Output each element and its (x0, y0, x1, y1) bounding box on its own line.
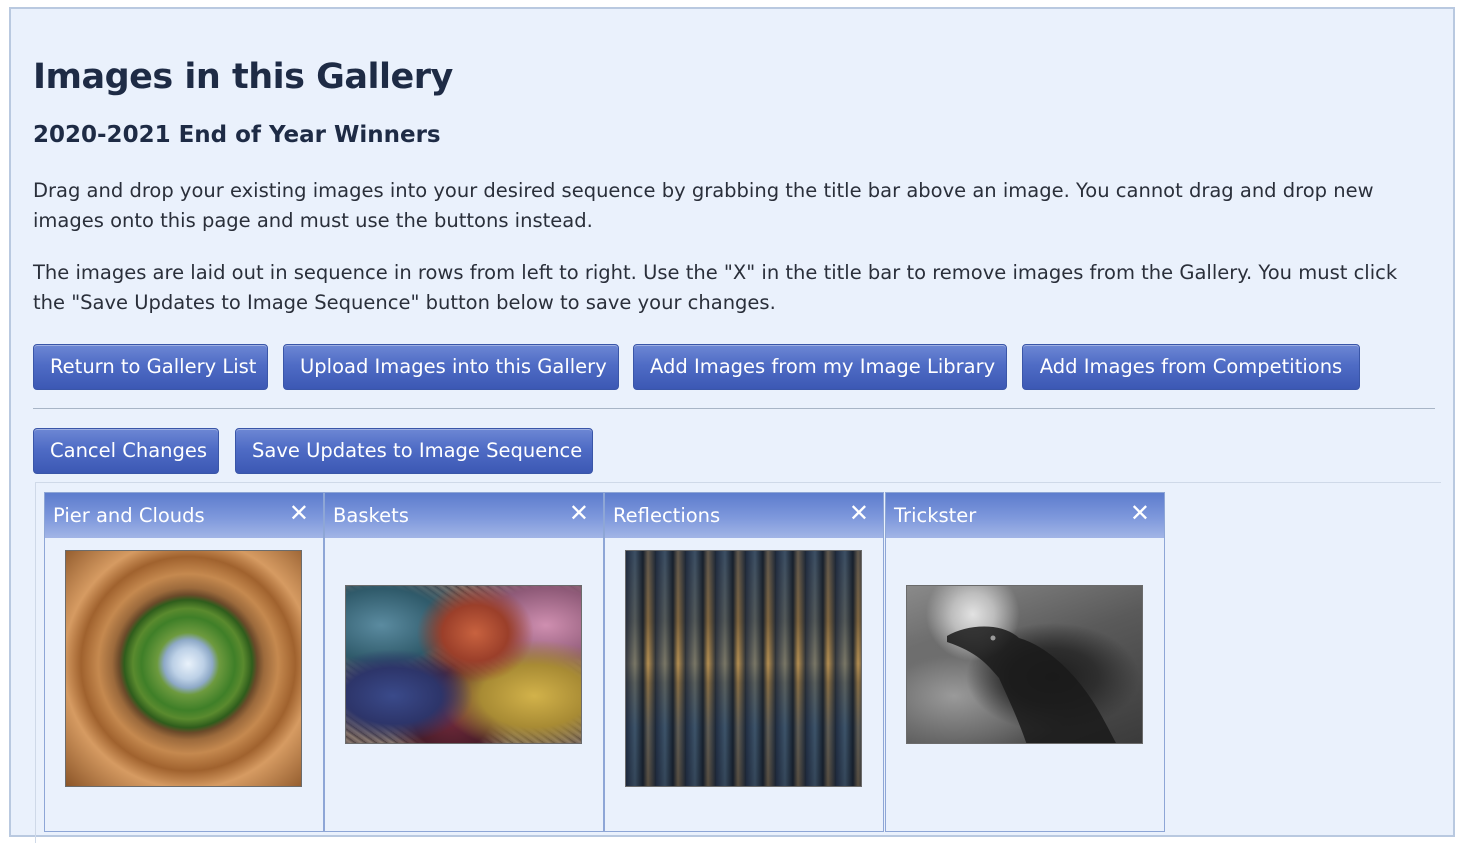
remove-image-icon[interactable]: ✕ (569, 499, 589, 527)
add-from-competitions-button[interactable]: Add Images from Competitions (1022, 344, 1360, 390)
image-thumbnail (625, 550, 862, 787)
remove-image-icon[interactable]: ✕ (1130, 499, 1150, 527)
cancel-changes-button[interactable]: Cancel Changes (33, 428, 219, 474)
save-sequence-button[interactable]: Save Updates to Image Sequence (235, 428, 593, 474)
image-title: Pier and Clouds (53, 504, 205, 527)
add-from-library-button[interactable]: Add Images from my Image Library (633, 344, 1007, 390)
card-drag-handle[interactable]: Pier and Clouds ✕ (45, 493, 323, 538)
card-drag-handle[interactable]: Trickster ✕ (886, 493, 1164, 538)
image-thumbnail (345, 585, 582, 744)
image-title: Trickster (894, 504, 977, 527)
gallery-panel: Images in this Gallery 2020-2021 End of … (9, 7, 1455, 843)
card-drag-handle[interactable]: Reflections ✕ (605, 493, 883, 538)
instructions-layout: The images are laid out in sequence in r… (33, 261, 1398, 314)
image-title: Baskets (333, 504, 409, 527)
gallery-name: 2020-2021 End of Year Winners (33, 122, 441, 148)
gallery-image-card[interactable]: Pier and Clouds ✕ (44, 492, 324, 832)
instructions-drag: Drag and drop your existing images into … (33, 179, 1374, 232)
divider (33, 408, 1435, 409)
card-drag-handle[interactable]: Baskets ✕ (325, 493, 603, 538)
gallery-image-card[interactable]: Baskets ✕ (324, 492, 604, 832)
gallery-image-card[interactable]: Reflections ✕ (604, 492, 884, 832)
gallery-image-card[interactable]: Trickster ✕ (885, 492, 1165, 832)
image-thumbnail (65, 550, 302, 787)
crow-silhouette-icon (947, 626, 1116, 743)
image-thumbnail (906, 585, 1143, 744)
remove-image-icon[interactable]: ✕ (289, 499, 309, 527)
image-title: Reflections (613, 504, 721, 527)
return-to-gallery-list-button[interactable]: Return to Gallery List (33, 344, 268, 390)
page-title: Images in this Gallery (33, 57, 453, 97)
gallery-sequence-area: Pier and Clouds ✕ Baskets ✕ Reflections … (35, 482, 1441, 843)
upload-images-button[interactable]: Upload Images into this Gallery (283, 344, 619, 390)
remove-image-icon[interactable]: ✕ (849, 499, 869, 527)
